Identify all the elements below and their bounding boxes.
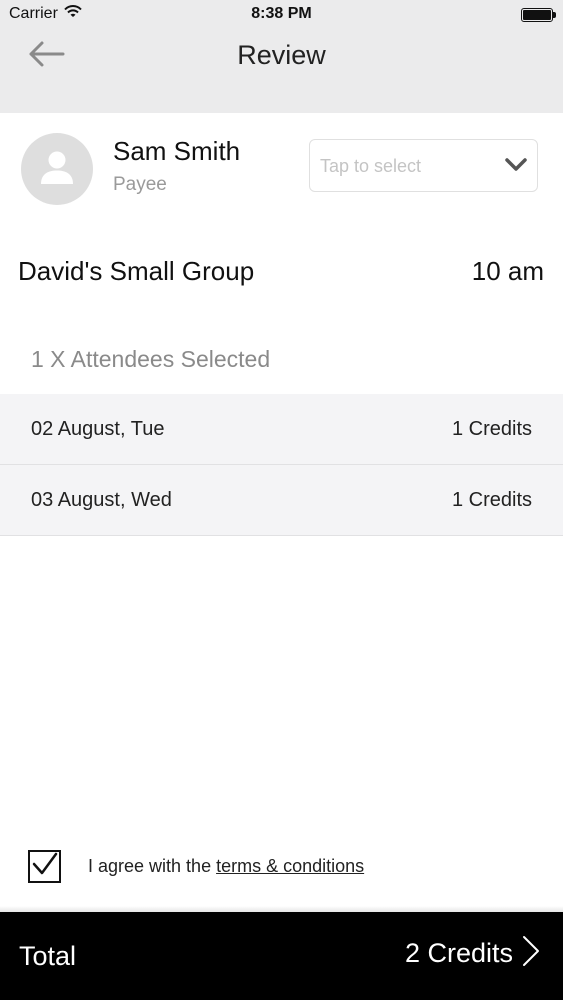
total-label: Total [19,941,77,971]
total-bar: Total 2 Credits [0,912,563,1000]
session-list: 02 August, Tue 1 Credits 03 August, Wed … [0,394,563,536]
session-row: 03 August, Wed 1 Credits [0,465,563,536]
status-time: 8:38 PM [251,5,312,22]
session-row: 02 August, Tue 1 Credits [0,394,563,465]
payee-select[interactable]: Tap to select [309,139,538,192]
session-date: 02 August, Tue [31,418,165,440]
chevron-right-icon [521,934,541,973]
battery-icon [521,8,556,22]
status-bar: Carrier 8:38 PM [0,0,563,30]
user-icon [37,147,77,192]
payee-role: Payee [113,174,167,195]
select-placeholder: Tap to select [320,156,422,176]
page-title: Review [237,40,326,70]
navigation-bar: Carrier 8:38 PM Review [0,0,563,113]
session-date: 03 August, Wed [31,489,172,511]
agreement-label: I agree with the [88,856,217,876]
avatar [21,133,93,205]
session-credits: 1 Credits [451,418,532,440]
chevron-down-icon [505,158,527,177]
checkout-button[interactable]: 2 Credits [405,934,541,973]
checkmark-icon [32,852,58,881]
attendees-summary: 1 X Attendees Selected [31,346,271,372]
payee-name: Sam Smith [113,136,241,166]
terms-link[interactable]: terms & conditions [216,856,364,876]
group-time: 10 am [471,256,544,286]
agreement-row: I agree with the terms & conditions [28,850,364,883]
terms-checkbox[interactable] [28,850,61,883]
group-name: David's Small Group [18,256,255,286]
review-screen: Carrier 8:38 PM Review Sam Smith Payee T… [0,0,563,1000]
agreement-text: I agree with the terms & conditions [88,856,364,877]
session-credits: 1 Credits [451,489,532,511]
total-value: 2 Credits [404,938,513,968]
